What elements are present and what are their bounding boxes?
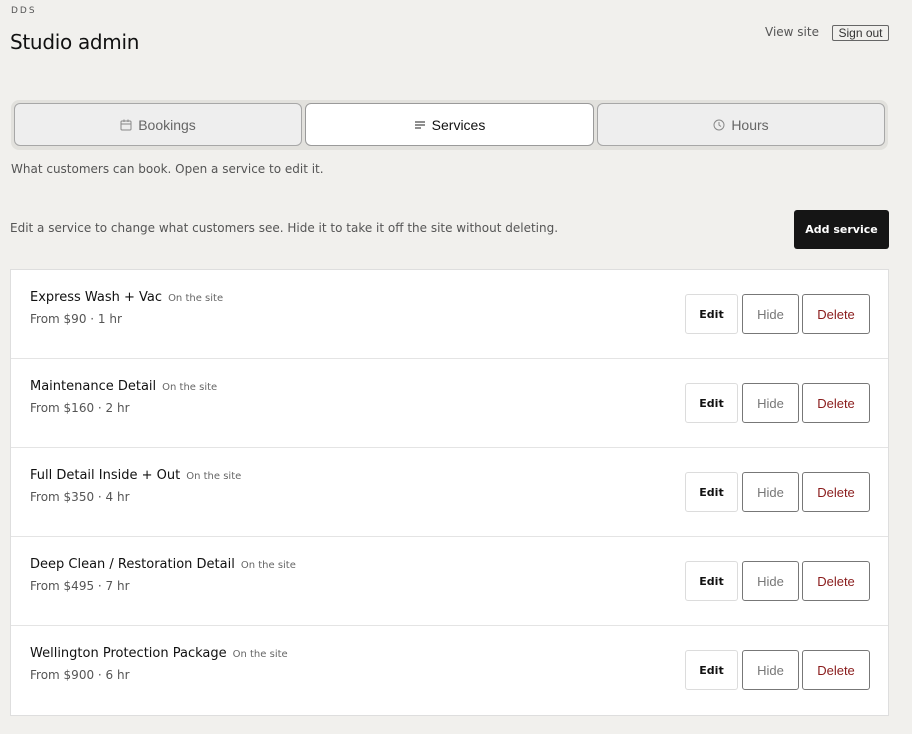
delete-button[interactable]: Delete <box>802 383 870 423</box>
service-name: Full Detail Inside + Out <box>30 468 181 483</box>
services-help-text: Edit a service to change what customers … <box>10 221 559 235</box>
tab-bookings-label: Bookings <box>138 116 196 133</box>
service-name: Deep Clean / Restoration Detail <box>30 557 235 572</box>
tab-bookings[interactable]: Bookings <box>14 103 302 146</box>
hide-button[interactable]: Hide <box>742 650 799 690</box>
service-price-duration: From $495 · 7 hr <box>30 579 130 593</box>
service-status: On the site <box>168 293 224 304</box>
service-price-duration: From $900 · 6 hr <box>30 668 130 682</box>
list-icon <box>414 119 426 131</box>
hide-button[interactable]: Hide <box>742 472 799 512</box>
hide-button[interactable]: Hide <box>742 561 799 601</box>
service-row: Wellington Protection Package On the site… <box>11 626 888 715</box>
service-price-duration: From $160 · 2 hr <box>30 401 130 415</box>
service-row: Full Detail Inside + Out On the site From… <box>11 448 888 537</box>
service-status: On the site <box>186 471 242 482</box>
delete-button[interactable]: Delete <box>802 650 870 690</box>
tab-bar: Bookings Services Hours <box>11 100 888 150</box>
hide-button[interactable]: Hide <box>742 383 799 423</box>
service-status: On the site <box>162 382 218 393</box>
edit-button[interactable]: Edit <box>685 472 738 512</box>
tab-services[interactable]: Services <box>305 103 594 146</box>
tab-hours[interactable]: Hours <box>597 103 885 146</box>
service-name: Maintenance Detail <box>30 379 157 394</box>
edit-button[interactable]: Edit <box>685 561 738 601</box>
service-list: Express Wash + Vac On the site From $90 ·… <box>10 269 889 716</box>
service-row: Express Wash + Vac On the site From $90 ·… <box>11 270 888 359</box>
sign-out-button[interactable]: Sign out <box>832 25 889 41</box>
edit-button[interactable]: Edit <box>685 383 738 423</box>
service-price-duration: From $350 · 4 hr <box>30 490 130 504</box>
clock-icon <box>713 119 725 131</box>
tab-hours-label: Hours <box>731 116 769 133</box>
edit-button[interactable]: Edit <box>685 650 738 690</box>
service-price-duration: From $90 · 1 hr <box>30 312 122 326</box>
delete-button[interactable]: Delete <box>802 472 870 512</box>
service-row: Maintenance Detail On the site From $160 … <box>11 359 888 448</box>
delete-button[interactable]: Delete <box>802 561 870 601</box>
service-row: Deep Clean / Restoration Detail On the si… <box>11 537 888 626</box>
service-name: Wellington Protection Package <box>30 646 227 661</box>
add-service-button[interactable]: Add service <box>794 210 889 249</box>
view-site-link[interactable]: View site <box>765 25 819 39</box>
hide-button[interactable]: Hide <box>742 294 799 334</box>
page-title: Studio admin <box>10 30 140 54</box>
calendar-icon <box>120 119 132 131</box>
brand-tag: DDS <box>11 6 37 16</box>
service-status: On the site <box>232 649 288 660</box>
service-name: Express Wash + Vac <box>30 290 163 305</box>
tab-services-label: Services <box>431 116 486 133</box>
delete-button[interactable]: Delete <box>802 294 870 334</box>
service-status: On the site <box>240 560 296 571</box>
edit-button[interactable]: Edit <box>685 294 738 334</box>
tab-description: What customers can book. Open a service … <box>11 162 324 176</box>
